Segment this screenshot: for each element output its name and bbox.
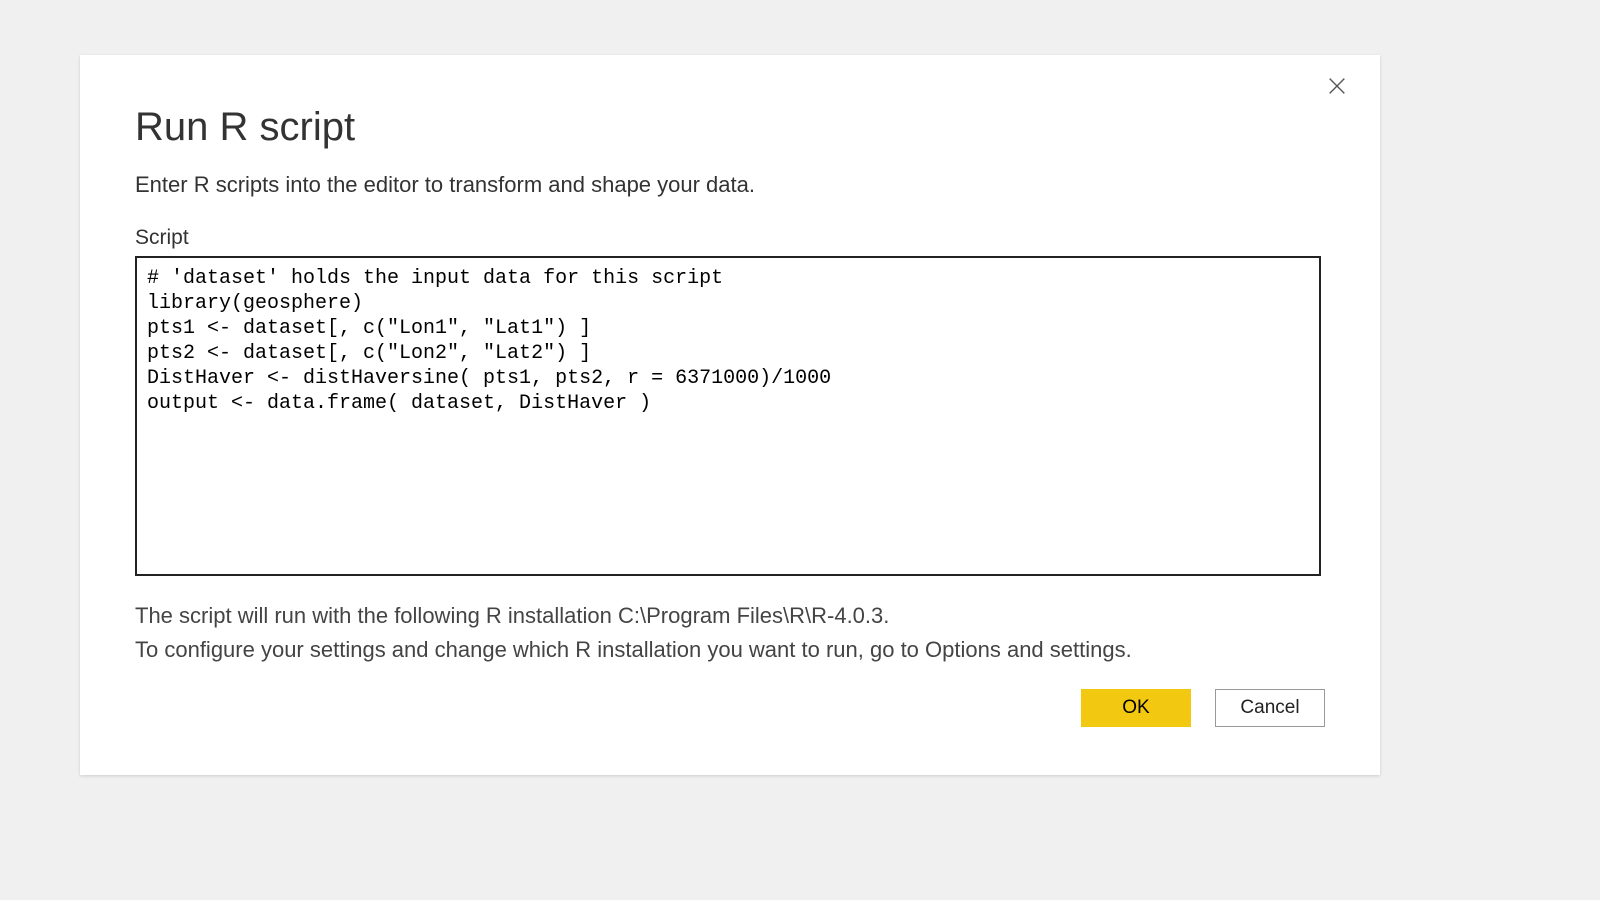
r-installation-info: The script will run with the following R… [135, 599, 1325, 667]
script-input[interactable] [135, 256, 1321, 576]
run-r-script-dialog: Run R script Enter R scripts into the ed… [80, 55, 1380, 775]
dialog-subtitle: Enter R scripts into the editor to trans… [135, 172, 1325, 198]
cancel-button[interactable]: Cancel [1215, 689, 1325, 727]
info-line-2: To configure your settings and change wh… [135, 633, 1325, 667]
dialog-title: Run R script [135, 105, 1325, 150]
close-button[interactable] [1322, 73, 1352, 103]
close-icon [1326, 75, 1348, 102]
ok-button[interactable]: OK [1081, 689, 1191, 727]
dialog-buttons: OK Cancel [1081, 689, 1325, 727]
script-field-label: Script [135, 226, 1325, 250]
info-line-1: The script will run with the following R… [135, 599, 1325, 633]
